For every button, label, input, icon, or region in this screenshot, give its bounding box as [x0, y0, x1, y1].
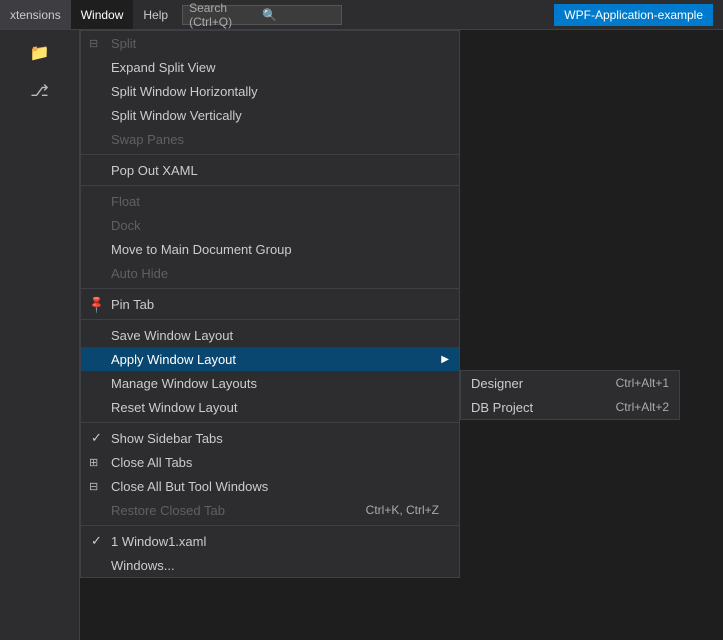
menu-item-close-all-but-tool[interactable]: ⊟ Close All But Tool Windows	[81, 474, 459, 498]
menu-item-split-vertically[interactable]: Split Window Vertically	[81, 103, 459, 127]
window-menu: ⊟ Split Expand Split View Split Window H…	[80, 30, 460, 578]
menu-item-float[interactable]: Float	[81, 189, 459, 213]
separator-6	[81, 525, 459, 526]
menu-item-restore-closed-tab[interactable]: Restore Closed Tab Ctrl+K, Ctrl+Z	[81, 498, 459, 522]
search-bar[interactable]: Search (Ctrl+Q) 🔍	[182, 5, 342, 25]
check-icon-2: ✓	[91, 533, 102, 549]
split-icon: ⊟	[89, 37, 98, 50]
menu-item-windows[interactable]: Windows...	[81, 553, 459, 577]
git-icon[interactable]: ⎇	[22, 74, 58, 108]
menu-item-split[interactable]: ⊟ Split	[81, 31, 459, 55]
menu-item-window1-xaml[interactable]: ✓ 1 Window1.xaml	[81, 529, 459, 553]
menu-item-show-sidebar-tabs[interactable]: ✓ Show Sidebar Tabs	[81, 426, 459, 450]
menu-tabs: xtensions Window Help Search (Ctrl+Q) 🔍	[0, 0, 342, 29]
separator-4	[81, 319, 459, 320]
separator-1	[81, 154, 459, 155]
menu-item-move-to-main[interactable]: Move to Main Document Group	[81, 237, 459, 261]
menu-item-swap-panes[interactable]: Swap Panes	[81, 127, 459, 151]
menu-item-apply-layout[interactable]: Apply Window Layout ▶	[81, 347, 459, 371]
close-all-tabs-icon: ⊞	[89, 456, 98, 469]
menu-item-reset-layout[interactable]: Reset Window Layout	[81, 395, 459, 419]
submenu-arrow-icon: ▶	[441, 354, 449, 365]
top-bar: xtensions Window Help Search (Ctrl+Q) 🔍 …	[0, 0, 723, 30]
menu-item-pin-tab[interactable]: 📌 Pin Tab	[81, 292, 459, 316]
menu-item-expand-split-view[interactable]: Expand Split View	[81, 55, 459, 79]
menu-item-close-all-tabs[interactable]: ⊞ Close All Tabs	[81, 450, 459, 474]
menu-item-manage-layout[interactable]: Manage Window Layouts	[81, 371, 459, 395]
apply-layout-submenu: Designer Ctrl+Alt+1 DB Project Ctrl+Alt+…	[460, 370, 680, 420]
menu-item-auto-hide[interactable]: Auto Hide	[81, 261, 459, 285]
separator-2	[81, 185, 459, 186]
menu-tab-help[interactable]: Help	[133, 0, 178, 29]
submenu-item-db-project[interactable]: DB Project Ctrl+Alt+2	[461, 395, 679, 419]
menu-item-save-layout[interactable]: Save Window Layout	[81, 323, 459, 347]
close-all-but-tool-icon: ⊟	[89, 480, 98, 493]
separator-5	[81, 422, 459, 423]
menu-item-pop-out-xaml[interactable]: Pop Out XAML	[81, 158, 459, 182]
menu-item-split-horizontally[interactable]: Split Window Horizontally	[81, 79, 459, 103]
pin-icon: 📌	[86, 294, 106, 314]
menu-tab-window[interactable]: Window	[71, 0, 134, 29]
menu-item-dock[interactable]: Dock	[81, 213, 459, 237]
sidebar: 📁 ⎇	[0, 30, 80, 640]
menu-tab-extensions[interactable]: xtensions	[0, 0, 71, 29]
separator-3	[81, 288, 459, 289]
project-title: WPF-Application-example	[554, 4, 713, 26]
submenu-item-designer[interactable]: Designer Ctrl+Alt+1	[461, 371, 679, 395]
folder-icon[interactable]: 📁	[22, 36, 58, 70]
search-icon: 🔍	[262, 8, 335, 22]
restore-closed-tab-shortcut: Ctrl+K, Ctrl+Z	[366, 503, 439, 517]
check-icon: ✓	[91, 430, 102, 446]
